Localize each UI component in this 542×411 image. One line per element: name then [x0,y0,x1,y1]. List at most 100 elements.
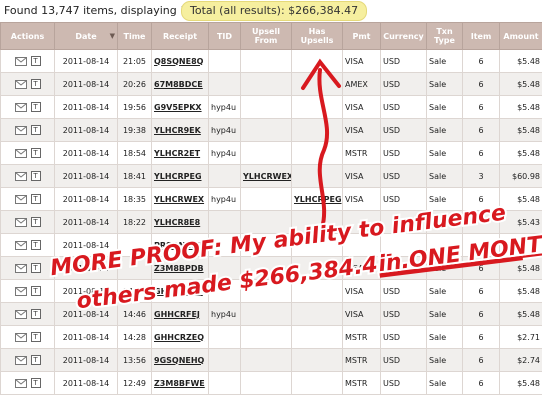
text-t-icon[interactable]: T [30,79,41,89]
cell-item: 6 [462,141,500,165]
column-header-txn-type[interactable]: Txn Type [426,22,463,50]
cell-upsell-from[interactable] [240,49,292,73]
cell-receipt[interactable]: YLHCRWEX [151,187,209,211]
cell-has-upsells[interactable] [291,256,343,280]
cell-has-upsells[interactable] [291,118,343,142]
cell-upsell-from[interactable] [240,348,292,372]
text-t-icon[interactable]: T [30,125,41,135]
envelope-icon[interactable] [14,286,27,296]
column-header-time[interactable]: Time [117,22,152,50]
cell-upsell-from[interactable] [240,187,292,211]
cell-tid: hyp4u [208,118,241,142]
column-header-item[interactable]: Item [462,22,500,50]
cell-has-upsells[interactable] [291,233,343,257]
column-header-date[interactable]: Date ▼ [54,22,118,50]
cell-has-upsells[interactable]: YLHCRPEG [291,187,343,211]
column-header-pmt[interactable]: Pmt [342,22,381,50]
cell-receipt[interactable]: G9V5EPKX [151,95,209,119]
cell-upsell-from[interactable] [240,371,292,395]
envelope-icon[interactable] [14,263,27,273]
envelope-icon[interactable] [14,309,27,319]
cell-upsell-from[interactable] [240,141,292,165]
envelope-icon[interactable] [14,79,27,89]
cell-receipt[interactable]: YLHCRPEG [151,164,209,188]
text-t-icon[interactable]: T [30,102,41,112]
cell-has-upsells[interactable] [291,49,343,73]
row-actions: T [0,141,55,165]
cell-upsell-from[interactable] [240,210,292,234]
sort-arrow-icon[interactable]: ▼ [110,32,115,41]
cell-receipt[interactable]: YLHCR9EK [151,118,209,142]
text-t-icon[interactable]: T [30,217,41,227]
envelope-icon[interactable] [14,194,27,204]
cell-receipt[interactable]: 9GSQNEHQ [151,348,209,372]
table-body: T 2011-08-14 21:05 Q8SQNE8Q VISA USD Sale 6 $5.4… [0,49,542,395]
envelope-icon[interactable] [14,332,27,342]
envelope-icon[interactable] [14,125,27,135]
cell-receipt[interactable]: GHHCRZEQ [151,325,209,349]
envelope-icon[interactable] [14,355,27,365]
column-header-has-upsells[interactable]: Has Upsells [291,22,343,50]
envelope-icon[interactable] [14,102,27,112]
envelope-icon[interactable] [14,217,27,227]
column-header-amount[interactable]: Amount [499,22,542,50]
cell-has-upsells[interactable] [291,348,343,372]
cell-time: 18:54 [117,141,152,165]
text-t-icon[interactable]: T [30,194,41,204]
cell-txn-type: Sale [426,302,463,326]
cell-upsell-from[interactable] [240,256,292,280]
total-results-badge: Total (all results): $266,384.47 [181,1,368,21]
text-t-icon[interactable]: T [30,332,41,342]
text-t-icon[interactable]: T [30,286,41,296]
cell-has-upsells[interactable] [291,141,343,165]
cell-upsell-from[interactable] [240,325,292,349]
cell-receipt[interactable]: Z3M8BFWE [151,371,209,395]
cell-receipt[interactable]: Z3M8BPDB [151,256,209,280]
envelope-icon[interactable] [14,240,27,250]
text-t-icon[interactable]: T [30,148,41,158]
cell-has-upsells[interactable] [291,95,343,119]
cell-amount: $5.43 [499,210,542,234]
cell-upsell-from[interactable] [240,302,292,326]
envelope-icon[interactable] [14,378,27,388]
cell-has-upsells[interactable] [291,279,343,303]
column-header-currency[interactable]: Currency [380,22,427,50]
envelope-icon[interactable] [14,56,27,66]
cell-has-upsells[interactable] [291,371,343,395]
cell-upsell-from[interactable] [240,95,292,119]
text-t-icon[interactable]: T [30,355,41,365]
cell-has-upsells[interactable] [291,72,343,96]
cell-upsell-from[interactable] [240,118,292,142]
cell-receipt[interactable]: YLHCR2ET [151,141,209,165]
cell-receipt[interactable]: PRSQNEWD [151,233,209,257]
column-header-upsell-from[interactable]: Upsell From [240,22,292,50]
text-t-icon[interactable]: T [30,263,41,273]
cell-has-upsells[interactable] [291,210,343,234]
text-t-icon[interactable]: T [30,56,41,66]
cell-currency: USD [380,164,427,188]
cell-receipt[interactable]: GHHCRLEV [151,279,209,303]
cell-receipt[interactable]: Q8SQNE8Q [151,49,209,73]
envelope-icon[interactable] [14,171,27,181]
text-t-icon[interactable]: T [30,240,41,250]
transactions-table: Actions Date ▼ Time Receipt TID Upsell Fr… [0,22,542,395]
cell-upsell-from[interactable]: YLHCRWEX [240,164,292,188]
envelope-icon[interactable] [14,148,27,158]
cell-has-upsells[interactable] [291,164,343,188]
cell-upsell-from[interactable] [240,72,292,96]
cell-receipt[interactable]: YLHCR8E8 [151,210,209,234]
cell-date: 2011-08-14 [54,371,118,395]
text-t-icon[interactable]: T [30,171,41,181]
text-t-icon[interactable]: T [30,378,41,388]
cell-has-upsells[interactable] [291,325,343,349]
cell-receipt[interactable]: 67M8BDCE [151,72,209,96]
cell-receipt[interactable]: GHHCRFEJ [151,302,209,326]
table-row: T 2011-08-14 18:22 YLHCR8E8 $5.43 [0,210,542,234]
text-t-icon[interactable]: T [30,309,41,319]
cell-upsell-from[interactable] [240,279,292,303]
cell-txn-type: Sale [426,325,463,349]
column-header-tid[interactable]: TID [208,22,241,50]
cell-has-upsells[interactable] [291,302,343,326]
column-header-receipt[interactable]: Receipt [151,22,209,50]
cell-upsell-from[interactable] [240,233,292,257]
